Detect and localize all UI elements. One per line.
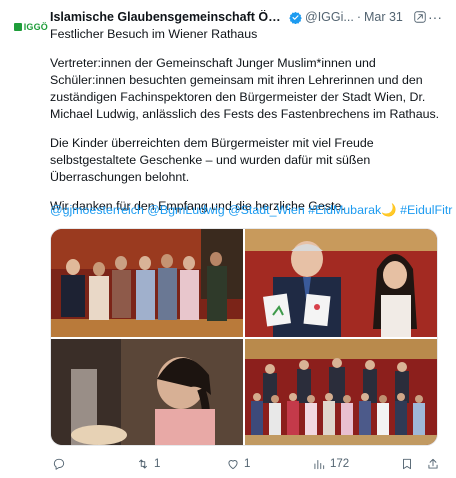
repost-count: 1 [154, 458, 161, 470]
crescent-moon-emoji: 🌙 [381, 203, 397, 217]
avatar[interactable]: IGGÖ [14, 10, 48, 44]
repost-button[interactable]: 1 [136, 457, 160, 471]
photo-large-group[interactable] [245, 339, 437, 445]
display-name[interactable]: Islamische Glaubensgemeinschaft Österre.… [50, 10, 286, 24]
bookmark-button[interactable] [400, 457, 414, 471]
views-icon [314, 460, 325, 470]
media-grid [50, 228, 438, 446]
views-button[interactable]: 172 [312, 457, 349, 471]
hashtag-eidmubarak[interactable]: #EidMubarak [308, 203, 381, 217]
logo-text: IGGÖ [23, 22, 48, 32]
photo-mayor-with-girl[interactable] [245, 229, 437, 337]
photo-group-red-hall[interactable] [51, 229, 243, 337]
view-count: 172 [330, 458, 350, 470]
separator-dot: · [356, 10, 361, 24]
tweet-header: Islamische Glaubensgemeinschaft Österre.… [50, 8, 442, 26]
repost-icon [139, 459, 147, 469]
share-icon [428, 458, 438, 469]
tweet-text: Festlicher Besuch im Wiener Rathaus Vert… [50, 26, 442, 215]
reply-button[interactable] [52, 457, 70, 471]
grok-icon[interactable] [413, 10, 427, 24]
handle[interactable]: @IGGi... [305, 10, 354, 24]
like-count: 1 [244, 458, 251, 470]
tweet-paragraph-2: Die Kinder überreichten dem Bürgermeiste… [50, 136, 374, 184]
photo-girl-profile[interactable] [51, 339, 243, 445]
bookmark-icon [403, 458, 411, 470]
action-bar: 1 1 172 [50, 455, 442, 473]
logo-mark-icon [14, 23, 22, 31]
tweet-paragraph-1: Vertreter:innen der Gemeinschaft Junger … [50, 56, 440, 121]
post-date[interactable]: Mar 31 [364, 10, 403, 24]
like-icon [228, 460, 238, 470]
hashtag-eidulfitr[interactable]: #EidulFitr [400, 203, 452, 217]
mention-gjmoesterreich[interactable]: @gjmoesterreich [50, 203, 144, 217]
verified-badge-icon [289, 11, 302, 24]
like-button[interactable]: 1 [226, 457, 250, 471]
reply-icon [53, 458, 65, 470]
tweet-title-line: Festlicher Besuch im Wiener Rathaus [50, 27, 258, 41]
mention-stadt-wien[interactable]: @Stadt_Wien [228, 203, 305, 217]
tweet: IGGÖ Islamische Glaubensgemeinschaft Öst… [0, 0, 456, 478]
mentions-hashtags: @gjmoesterreich @BgmLudwig @Stadt_Wien #… [50, 203, 452, 218]
more-options-icon[interactable]: ··· [428, 9, 442, 25]
share-button[interactable] [426, 457, 440, 471]
mention-bgmludwig[interactable]: @BgmLudwig [147, 203, 224, 217]
